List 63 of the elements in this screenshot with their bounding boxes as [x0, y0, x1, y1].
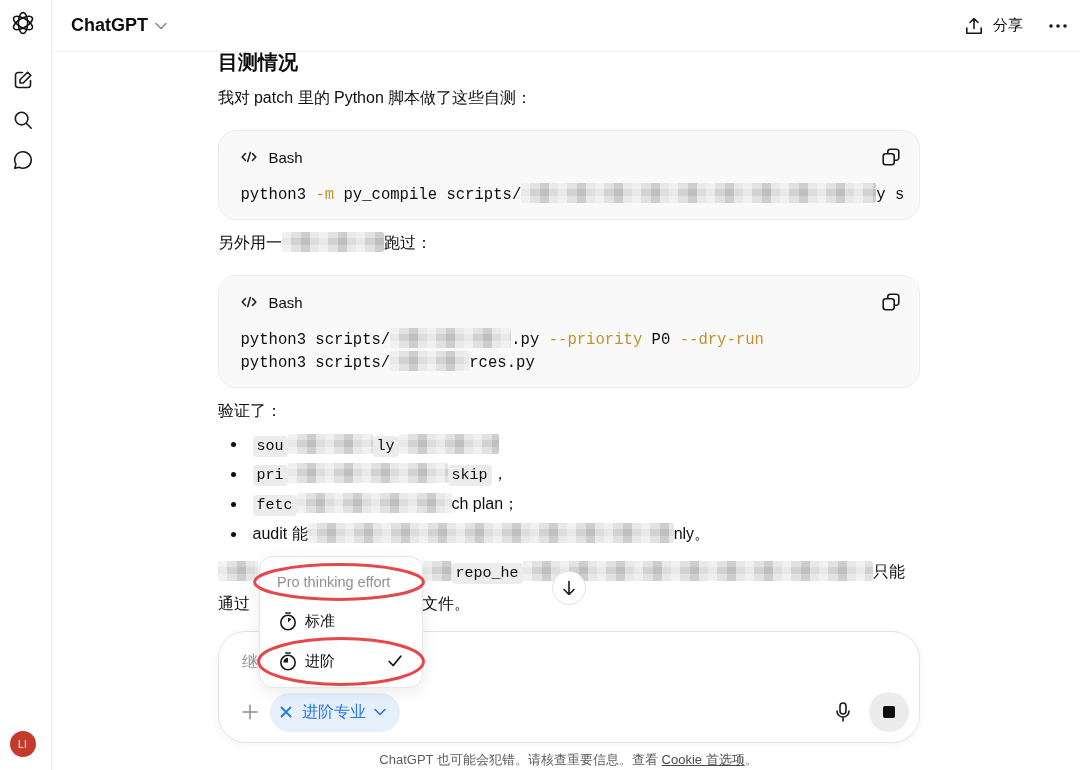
upload-icon — [965, 16, 983, 35]
bullet-icon — [230, 531, 236, 537]
user-avatar[interactable]: LI — [9, 731, 36, 757]
share-button[interactable]: 分享 — [961, 10, 1027, 41]
paragraph-text: 验证了： — [217, 402, 282, 419]
code-icon — [240, 150, 257, 164]
stop-icon — [882, 706, 895, 718]
bullet-icon — [230, 501, 236, 507]
inline-code: ly — [372, 435, 399, 457]
code-text: --dry-run — [679, 331, 764, 349]
model-selector[interactable]: ChatGPT — [71, 9, 167, 42]
code-text: python3 — [240, 186, 307, 204]
code-text: python3 scripts/ — [240, 331, 391, 349]
paragraph-text: 我对 patch 里的 Python 脚本做了这些自测： — [217, 89, 533, 106]
timer-icon — [279, 611, 297, 631]
stop-button[interactable] — [868, 692, 909, 732]
code-text: -m — [315, 186, 335, 204]
language-label: Bash — [268, 293, 304, 311]
code-text: --priority — [548, 331, 643, 349]
section-heading: 目测情况 — [217, 52, 299, 72]
inline-code: skip — [447, 465, 492, 486]
bullet-icon — [230, 471, 236, 477]
language-label: Bash — [268, 148, 304, 166]
chat-bubble-icon[interactable] — [12, 150, 33, 170]
microphone-icon[interactable] — [834, 702, 851, 722]
logo-icon[interactable] — [10, 11, 35, 35]
arrow-down-icon — [560, 580, 577, 596]
bullet-icon — [230, 441, 236, 447]
paragraph-text: 文件。 — [421, 595, 470, 612]
chevron-down-icon — [155, 21, 167, 30]
disclaimer-text: ChatGPT 也可能会犯错。请核查重要信息。查看 Cookie 首选项。 — [379, 751, 758, 769]
cookie-link[interactable]: Cookie 首选项 — [661, 752, 745, 767]
copy-icon[interactable] — [881, 293, 900, 311]
inline-code: sou — [252, 435, 288, 457]
search-icon[interactable] — [12, 110, 33, 130]
list-item-text: audit 能 — [252, 525, 308, 542]
list-item-text: nly。 — [673, 525, 711, 542]
paragraph-text: 只能 — [872, 563, 905, 580]
pixelated-block — [217, 561, 258, 581]
paragraph-text: 跑过： — [383, 234, 432, 251]
code-text: P0 — [650, 331, 672, 349]
inline-code: pri — [252, 465, 288, 486]
code-text: y s — [876, 186, 905, 204]
menu-header: Pro thinking effort — [277, 574, 391, 590]
close-icon[interactable] — [279, 706, 292, 718]
paragraph-text: 另外用一 — [217, 234, 282, 251]
code-text: rces.py — [469, 354, 535, 372]
list-item-text: ch plan； — [451, 495, 520, 512]
code-text: py_compile scripts/ — [342, 186, 522, 204]
code-icon — [240, 295, 257, 309]
code-text: .py — [511, 331, 541, 349]
mode-chip[interactable]: 进阶专业 — [269, 692, 400, 732]
edit-icon[interactable] — [12, 70, 33, 90]
chevron-down-icon — [373, 708, 386, 716]
inline-code: fetc — [252, 495, 297, 516]
inline-code: repo_he — [451, 563, 523, 584]
pixelated-block — [422, 561, 452, 581]
list-item-text: ， — [491, 465, 508, 482]
paragraph-text: 通过 — [217, 595, 250, 612]
scroll-down-button[interactable] — [551, 571, 586, 605]
code-text: python3 scripts/ — [240, 354, 391, 372]
copy-icon[interactable] — [881, 148, 900, 166]
more-icon[interactable] — [1049, 23, 1067, 28]
